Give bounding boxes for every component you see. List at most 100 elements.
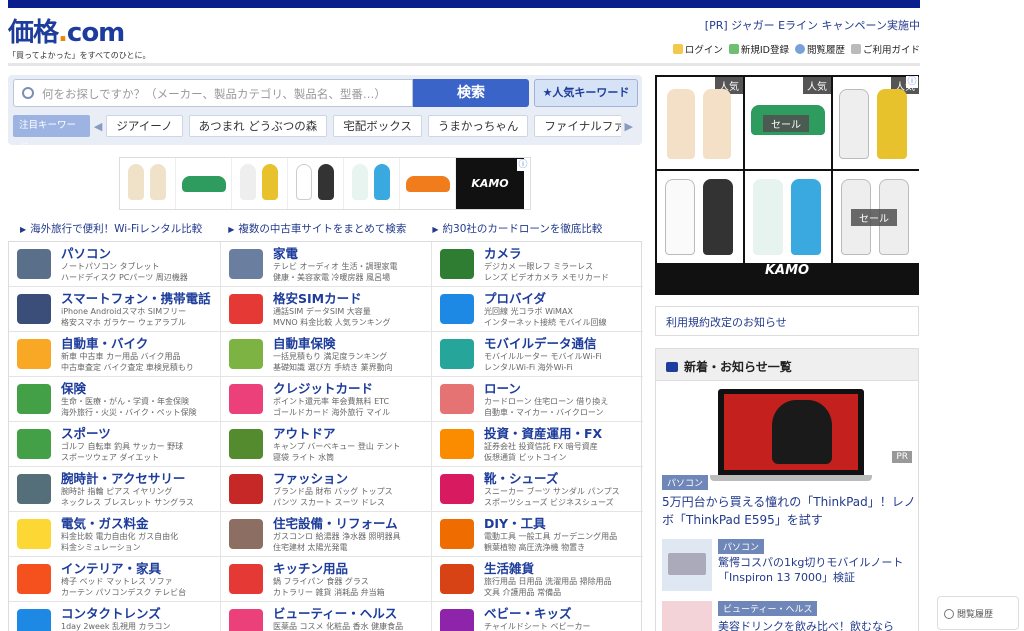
category-title[interactable]: 電気・ガス料金 bbox=[61, 516, 220, 531]
login-link[interactable]: ログイン bbox=[672, 42, 723, 56]
category-icon bbox=[229, 384, 263, 414]
category-item[interactable]: 電気・ガス料金 料金比較 電力自由化 ガス自由化 料金シミュレーション bbox=[9, 512, 221, 557]
category-item[interactable]: プロバイダ 光回線 光コラボ WiMAX インターネット接続 モバイル回線 bbox=[432, 287, 643, 332]
category-item[interactable]: クレジットカード ポイント還元率 年会費無料 ETC ゴールドカード 海外旅行 マイ… bbox=[221, 377, 432, 422]
category-title[interactable]: パソコン bbox=[61, 246, 220, 261]
logo[interactable]: 価格.com 「買ってよかった」をすべてのひとに。 bbox=[8, 12, 150, 61]
category-title[interactable]: 投資・資産運用・FX bbox=[484, 426, 643, 441]
keyword-chip[interactable]: うまかっちゃん bbox=[427, 115, 529, 137]
chevron-right-icon[interactable]: ▶ bbox=[621, 120, 637, 133]
category-item[interactable]: キッチン用品鍋 フライパン 食器 グラス カトラリー 雑貨 消耗品 弁当箱 bbox=[221, 557, 432, 602]
category-item[interactable]: 格安SIMカード 通話SIM データSIM 大容量 MVNO 料金比較 人気ランキン… bbox=[221, 287, 432, 332]
category-title[interactable]: 靴・シューズ bbox=[484, 471, 643, 486]
search-input[interactable]: 何をお探しですか？（メーカー、製品カテゴリ、製品名、型番…） bbox=[13, 79, 413, 107]
promo-link[interactable]: ▶ 海外旅行で便利！Wi-Fiレンタル比較 bbox=[20, 221, 202, 236]
category-item[interactable]: 靴・シューズ スニーカー ブーツ サンダル パンプス スポーツシューズ ビジネスシュ… bbox=[432, 467, 643, 512]
category-item[interactable]: ビューティー・ヘルス 医薬品 コスメ 化粧品 香水 健康食品 bbox=[221, 602, 432, 631]
category-title[interactable]: ファッション bbox=[273, 471, 431, 486]
category-subtext: 1day 2week 乱視用 カラコン bbox=[61, 622, 171, 631]
promo-link[interactable]: ▶ 複数の中古車サイトをまとめて検索 bbox=[228, 221, 406, 236]
news-item-title[interactable]: 5万円台から買える憧れの「ThinkPad」！レノボ「ThinkPad E595… bbox=[662, 493, 916, 529]
category-item[interactable]: 腕時計・アクセサリー 腕時計 指輪 ピアス イヤリング ネックレス ブレスレット サ… bbox=[9, 467, 221, 512]
category-title[interactable]: 自動車保険 bbox=[273, 336, 431, 351]
history-link[interactable]: 閲覧履歴 bbox=[794, 42, 845, 56]
category-item[interactable]: DIY・工具 電動工具 一般工具 ガーデニング用品 観葉植物 高圧洗浄機 物置き bbox=[432, 512, 643, 557]
category-item[interactable]: 投資・資産運用・FX 証券会社 投資信託 FX 暗号資産 仮想通貨 ビットコイン bbox=[432, 422, 643, 467]
category-title[interactable]: 格安SIMカード bbox=[273, 291, 431, 306]
category-item[interactable]: ローン カードローン 住宅ローン 借り換え 自動車・マイカー・バイクローン bbox=[432, 377, 643, 422]
ad-info-icon[interactable]: ⓘ bbox=[906, 76, 918, 88]
notice-link[interactable]: 利用規約改定のお知らせ bbox=[655, 306, 919, 336]
category-subtext: ハードディスク PCパーツ 周辺機器 bbox=[61, 273, 188, 282]
news-thumbnail[interactable] bbox=[662, 601, 712, 631]
category-subtext: 料金比較 電力自由化 ガス自由化 bbox=[61, 532, 179, 541]
news-item-title[interactable]: 美容ドリンクを飲み比べ！飲むなら bbox=[718, 619, 914, 631]
side-ad[interactable]: 人気 人気 セール 人気 セール KAMO ⓘ bbox=[655, 75, 919, 295]
category-item[interactable]: インテリア・家具 椅子 ベッド マットレス ソファ カーテン パソコンデスク テレビ… bbox=[9, 557, 221, 602]
category-title[interactable]: スポーツ bbox=[61, 426, 220, 441]
category-item[interactable]: 家電 テレビ オーディオ 生活・調理家電 健康・美容家電 冷暖房器 風呂場 bbox=[221, 242, 432, 287]
keyword-chip[interactable]: ファイナルファン bbox=[534, 115, 621, 137]
keyword-chip[interactable]: あつまれ どうぶつの森 bbox=[188, 115, 328, 137]
category-item[interactable]: モバイルデータ通信 モバイルルーター モバイルWi-Fi レンタルWi-Fi 海外W… bbox=[432, 332, 643, 377]
category-item[interactable]: 住宅設備・リフォーム ガスコンロ 給湯器 浄水器 照明器具 住宅建材 太陽光発電 bbox=[221, 512, 432, 557]
history-float-button[interactable]: 閲覧履歴 bbox=[937, 596, 1019, 630]
ad-info-icon[interactable]: ⓘ bbox=[517, 159, 529, 171]
category-subtext: テレビ オーディオ 生活・調理家電 bbox=[273, 262, 398, 271]
category-subtext: パンツ スカート スーツ ドレス bbox=[273, 498, 385, 507]
category-item[interactable]: 保険 生命・医療・がん・学資・年金保険 海外旅行・火災・バイク・ペット保険 bbox=[9, 377, 221, 422]
category-item[interactable]: スポーツ ゴルフ 自転車 釣具 サッカー 野球 スポーツウェア ダイエット bbox=[9, 422, 221, 467]
category-subtext: チャイルドシート ベビーカー bbox=[484, 622, 591, 631]
category-subtext: デジカメ 一眼レフ ミラーレス bbox=[484, 262, 594, 271]
search-button[interactable]: 検索 bbox=[413, 79, 529, 107]
category-title[interactable]: DIY・工具 bbox=[484, 516, 643, 531]
news-item-title[interactable]: 驚愕コスパの1kg切りモバイルノート「Inspiron 13 7000」検証 bbox=[718, 555, 914, 585]
category-item[interactable]: 自動車保険 一括見積もり 満足度ランキング 基礎知識 選び方 手続き 業界動向 bbox=[221, 332, 432, 377]
news-thumbnail[interactable] bbox=[662, 539, 712, 591]
guide-icon bbox=[850, 44, 861, 54]
category-title[interactable]: 保険 bbox=[61, 381, 220, 396]
category-item[interactable]: アウトドア キャンプ バーベキュー 登山 テント 寝袋 ライト 水筒 bbox=[221, 422, 432, 467]
category-title[interactable]: ベビー・キッズ bbox=[484, 606, 643, 621]
category-item[interactable]: ファッション ブランド品 財布 バッグ トップス パンツ スカート スーツ ドレス bbox=[221, 467, 432, 512]
register-icon bbox=[728, 44, 739, 54]
category-title[interactable]: キッチン用品 bbox=[273, 561, 431, 576]
category-item[interactable]: コンタクトレンズ 1day 2week 乱視用 カラコン bbox=[9, 602, 221, 631]
pr-link[interactable]: [PR] ジャガー Eライン キャンペーン実施中 bbox=[705, 17, 920, 33]
category-title[interactable]: スマートフォン・携帯電話 bbox=[61, 291, 220, 306]
category-title[interactable]: 生活雑貨 bbox=[484, 561, 643, 576]
laptop-image[interactable] bbox=[710, 389, 872, 481]
category-item[interactable]: カメラ デジカメ 一眼レフ ミラーレス レンズ ビデオカメラ メモリカード bbox=[432, 242, 643, 287]
category-title[interactable]: ビューティー・ヘルス bbox=[273, 606, 431, 621]
guide-label: ご利用ガイド bbox=[862, 45, 920, 56]
category-title[interactable]: ローン bbox=[484, 381, 643, 396]
category-title[interactable]: 腕時計・アクセサリー bbox=[61, 471, 220, 486]
guide-link[interactable]: ご利用ガイド bbox=[850, 42, 920, 56]
category-title[interactable]: プロバイダ bbox=[484, 291, 643, 306]
category-title[interactable]: 住宅設備・リフォーム bbox=[273, 516, 431, 531]
category-title[interactable]: 家電 bbox=[273, 246, 431, 261]
promo-link[interactable]: ▶ 約30社のカードローンを徹底比較 bbox=[432, 221, 602, 236]
category-title[interactable]: アウトドア bbox=[273, 426, 431, 441]
category-title[interactable]: 自動車・バイク bbox=[61, 336, 220, 351]
category-item[interactable]: ベビー・キッズ チャイルドシート ベビーカー bbox=[432, 602, 643, 631]
banner-ad[interactable]: KAMO ⓘ bbox=[119, 157, 531, 210]
keyword-chip[interactable]: ジアイーノ bbox=[106, 115, 183, 137]
category-item[interactable]: 自動車・バイク 新車 中古車 カー用品 バイク用品 中古車査定 バイク査定 車検見積… bbox=[9, 332, 221, 377]
category-title[interactable]: クレジットカード bbox=[273, 381, 431, 396]
keyword-chip[interactable]: 宅配ボックス bbox=[333, 115, 422, 137]
category-subtext: 文具 介護用品 常備品 bbox=[484, 588, 562, 597]
category-subtext: ノートパソコン タブレット bbox=[61, 262, 160, 271]
popular-keywords-button[interactable]: ★人気キーワード bbox=[534, 79, 638, 107]
category-item[interactable]: スマートフォン・携帯電話 iPhone Androidスマホ SIMフリー 格安スマ… bbox=[9, 287, 221, 332]
category-title[interactable]: カメラ bbox=[484, 246, 643, 261]
category-title[interactable]: モバイルデータ通信 bbox=[484, 336, 643, 351]
register-link[interactable]: 新規ID登録 bbox=[728, 42, 789, 56]
category-title[interactable]: インテリア・家具 bbox=[61, 561, 220, 576]
category-item[interactable]: パソコン ノートパソコン タブレットハードディスク PCパーツ 周辺機器 bbox=[9, 242, 221, 287]
category-icon bbox=[440, 384, 474, 414]
category-item[interactable]: 生活雑貨 旅行用品 日用品 洗濯用品 掃除用品 文具 介護用品 常備品 bbox=[432, 557, 643, 602]
chevron-left-icon[interactable]: ◀ bbox=[90, 120, 106, 133]
category-title[interactable]: コンタクトレンズ bbox=[61, 606, 220, 621]
megaphone-icon bbox=[666, 362, 678, 372]
